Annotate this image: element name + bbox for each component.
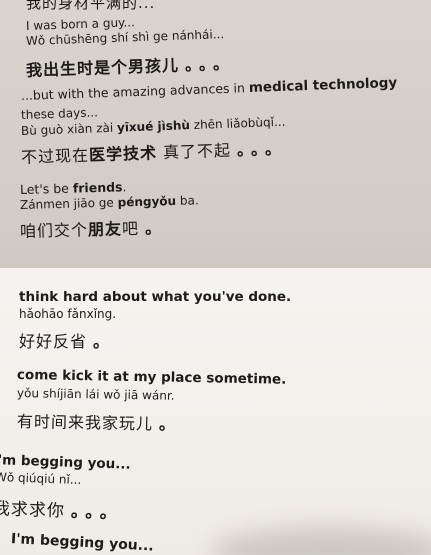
phrase-4-chinese: 好好反省。: [19, 328, 115, 352]
phrase-1-chinese-text: 我出生时是个男孩儿: [25, 55, 180, 80]
phrase-6-chinese-text: 我求求你: [0, 499, 66, 522]
phrase-3-chinese-emph: 朋友: [87, 219, 123, 240]
phrase-2-dots: 。。。: [236, 138, 288, 160]
phrase-5-chinese: 有时间来我家玩儿。: [17, 408, 181, 435]
phrase-3-pinyin-emph: péngyǒu: [117, 193, 177, 210]
phrase-3-english-emph: friends: [72, 179, 123, 196]
phrase-2-chinese-prefix: 不过现在: [20, 145, 90, 167]
phrase-6-chinese: 我求求你。。。: [0, 494, 123, 524]
phrase-3-english: Let's be friends.: [20, 179, 127, 197]
phrase-5-pinyin: yǒu shíjiān lái wǒ jiā wánr.: [16, 386, 175, 403]
phrase-3-chinese-prefix: 咱们交个: [19, 220, 89, 241]
phrase-4-pinyin: hǎohāo fǎnxǐng.: [19, 307, 117, 321]
phrase-5-dots: 。: [158, 414, 182, 434]
phrase-4-dots: 。: [93, 332, 116, 351]
phrase-6-pinyin: Wǒ qiúqiú nǐ...: [0, 470, 82, 488]
phrase-6-dots: 。。。: [70, 501, 124, 524]
phrase-2-english-cont: these days...: [20, 105, 99, 122]
phrase-2-chinese-suffix: 真了不起: [162, 140, 232, 163]
phrase-3-english-suffix: .: [122, 179, 127, 195]
header-chinese: 我的身材平满的...: [26, 0, 156, 12]
phrase-3-chinese: 咱们交个朋友吧。: [20, 214, 168, 242]
phrase-1-dots: 。。。: [184, 53, 236, 75]
phrase-4-english: think hard about what you've done.: [19, 289, 292, 305]
phrase-5-chinese-text: 有时间来我家玩儿: [16, 412, 154, 434]
phrase-3-english-prefix: Let's be: [19, 180, 74, 197]
phrase-3-dots: 。: [144, 218, 168, 238]
phrase-2-chinese-emph: 医学技术: [88, 143, 158, 165]
book-page: 我的身材平满的... I was born a guy... Wǒ chūshē…: [0, 0, 431, 555]
phrase-4-chinese-text: 好好反省: [19, 332, 88, 351]
phrase-2-pinyin-emph: yīxué jìshù: [116, 118, 191, 135]
phrase-3-chinese-suffix: 吧: [121, 218, 140, 239]
phrase-3-pinyin-suffix: ba.: [175, 193, 199, 208]
phrase-3-pinyin-prefix: Zánmen jiāo ge: [19, 195, 118, 212]
